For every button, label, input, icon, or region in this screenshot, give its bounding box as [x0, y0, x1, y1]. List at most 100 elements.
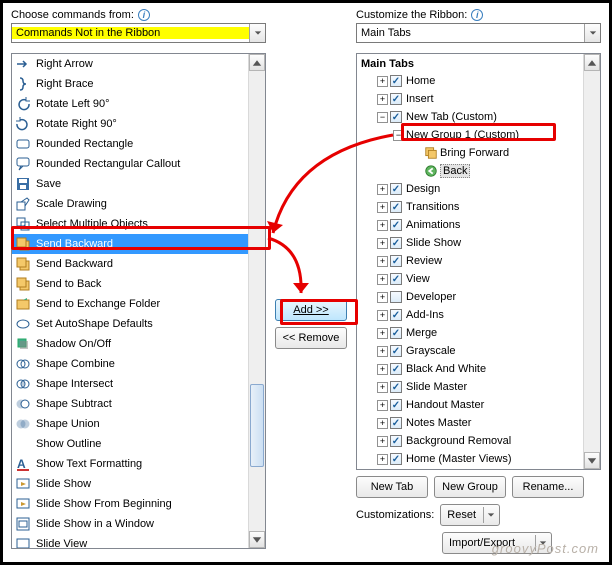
expand-icon[interactable]: +	[377, 220, 388, 231]
command-item[interactable]: Send Backward	[12, 254, 248, 274]
checkbox[interactable]	[390, 255, 402, 267]
command-item[interactable]: Send Backward	[12, 234, 248, 254]
tree-item[interactable]: +View	[357, 270, 583, 288]
tree-item[interactable]: +Home (Master Views)	[357, 450, 583, 468]
command-item[interactable]: Select Multiple Objects	[12, 214, 248, 234]
command-item[interactable]: Right Arrow	[12, 54, 248, 74]
add-button[interactable]: Add >>	[275, 299, 347, 321]
command-item[interactable]: Right Brace	[12, 74, 248, 94]
tree-item[interactable]: +Review	[357, 252, 583, 270]
tree-item[interactable]: +Transitions	[357, 198, 583, 216]
checkbox[interactable]	[390, 453, 402, 465]
collapse-icon[interactable]: −	[377, 112, 388, 123]
tree-item[interactable]: +Home	[357, 72, 583, 90]
command-item[interactable]: Save	[12, 174, 248, 194]
tree-item[interactable]: +Slide Show	[357, 234, 583, 252]
command-item[interactable]: Slide Show From Beginning	[12, 494, 248, 514]
command-item[interactable]: Send to Exchange Folder	[12, 294, 248, 314]
scroll-up-icon[interactable]	[249, 54, 265, 71]
tree-item[interactable]: +Slide Master	[357, 378, 583, 396]
command-item[interactable]: Rounded Rectangular Callout	[12, 154, 248, 174]
ribbon-scope-dropdown[interactable]: Main Tabs	[356, 23, 601, 43]
expand-icon[interactable]: +	[377, 310, 388, 321]
command-item[interactable]: AShow Text Formatting	[12, 454, 248, 474]
tree-item[interactable]: +Black And White	[357, 360, 583, 378]
info-icon[interactable]: i	[471, 9, 483, 21]
scrollbar[interactable]	[583, 54, 600, 469]
expand-icon[interactable]: +	[377, 238, 388, 249]
expand-icon[interactable]: +	[377, 382, 388, 393]
checkbox[interactable]	[390, 219, 402, 231]
checkbox[interactable]	[390, 201, 402, 213]
new-group-button[interactable]: New Group	[434, 476, 506, 498]
command-item[interactable]: Scale Drawing	[12, 194, 248, 214]
command-item[interactable]: Send to Back	[12, 274, 248, 294]
scroll-thumb[interactable]	[250, 384, 264, 467]
command-item[interactable]: Shape Subtract	[12, 394, 248, 414]
command-item[interactable]: Slide Show	[12, 474, 248, 494]
expand-icon[interactable]: +	[377, 256, 388, 267]
checkbox[interactable]	[390, 435, 402, 447]
checkbox[interactable]	[390, 381, 402, 393]
command-item[interactable]: Shape Combine	[12, 354, 248, 374]
tree-item[interactable]: +Merge	[357, 324, 583, 342]
checkbox[interactable]	[390, 291, 402, 303]
collapse-icon[interactable]: −	[393, 130, 404, 141]
tree-item[interactable]: +Design	[357, 180, 583, 198]
dropdown-button[interactable]	[584, 24, 600, 42]
scroll-up-icon[interactable]	[584, 54, 600, 71]
checkbox[interactable]	[390, 327, 402, 339]
checkbox[interactable]	[390, 345, 402, 357]
rename-button[interactable]: Rename...	[512, 476, 584, 498]
tree-item[interactable]: +Developer	[357, 288, 583, 306]
tree-item[interactable]: +Handout Master	[357, 396, 583, 414]
command-item[interactable]: Rounded Rectangle	[12, 134, 248, 154]
dropdown-button[interactable]	[249, 24, 265, 42]
checkbox[interactable]	[390, 273, 402, 285]
tree-item[interactable]: +Background Removal	[357, 432, 583, 450]
reset-button[interactable]: Reset	[440, 504, 500, 526]
expand-icon[interactable]: +	[377, 292, 388, 303]
expand-icon[interactable]: +	[377, 184, 388, 195]
checkbox[interactable]	[390, 75, 402, 87]
command-item[interactable]: Set AutoShape Defaults	[12, 314, 248, 334]
tree-item[interactable]: +Animations	[357, 216, 583, 234]
tree-item[interactable]: −New Group 1 (Custom)	[357, 126, 583, 144]
command-item[interactable]: Show Outline	[12, 434, 248, 454]
checkbox[interactable]	[390, 93, 402, 105]
remove-button[interactable]: << Remove	[275, 327, 347, 349]
checkbox[interactable]	[390, 399, 402, 411]
expand-icon[interactable]: +	[377, 94, 388, 105]
command-item[interactable]: Rotate Right 90°	[12, 114, 248, 134]
commands-source-dropdown[interactable]: Commands Not in the Ribbon	[11, 23, 266, 43]
tree-item[interactable]: Bring Forward	[357, 144, 583, 162]
expand-icon[interactable]: +	[377, 328, 388, 339]
scroll-down-icon[interactable]	[249, 531, 265, 548]
expand-icon[interactable]: +	[377, 346, 388, 357]
expand-icon[interactable]: +	[377, 418, 388, 429]
tree-item[interactable]: Back	[357, 162, 583, 180]
tree-item[interactable]: +Notes Master	[357, 414, 583, 432]
tree-item[interactable]: −New Tab (Custom)	[357, 108, 583, 126]
command-item[interactable]: Shadow On/Off	[12, 334, 248, 354]
expand-icon[interactable]: +	[377, 400, 388, 411]
checkbox[interactable]	[390, 363, 402, 375]
tree-item[interactable]: +Grayscale	[357, 342, 583, 360]
checkbox[interactable]	[390, 417, 402, 429]
info-icon[interactable]: i	[138, 9, 150, 21]
expand-icon[interactable]: +	[377, 454, 388, 465]
command-item[interactable]: Slide Show in a Window	[12, 514, 248, 534]
scrollbar[interactable]	[248, 54, 265, 548]
checkbox[interactable]	[390, 111, 402, 123]
expand-icon[interactable]: +	[377, 202, 388, 213]
tree-item[interactable]: +Add-Ins	[357, 306, 583, 324]
expand-icon[interactable]: +	[377, 436, 388, 447]
expand-icon[interactable]: +	[377, 76, 388, 87]
expand-icon[interactable]: +	[377, 364, 388, 375]
expand-icon[interactable]: +	[377, 274, 388, 285]
ribbon-tree[interactable]: Main Tabs +Home+Insert−New Tab (Custom)−…	[356, 53, 601, 470]
checkbox[interactable]	[390, 183, 402, 195]
checkbox[interactable]	[390, 309, 402, 321]
new-tab-button[interactable]: New Tab	[356, 476, 428, 498]
command-item[interactable]: Slide View	[12, 534, 248, 548]
